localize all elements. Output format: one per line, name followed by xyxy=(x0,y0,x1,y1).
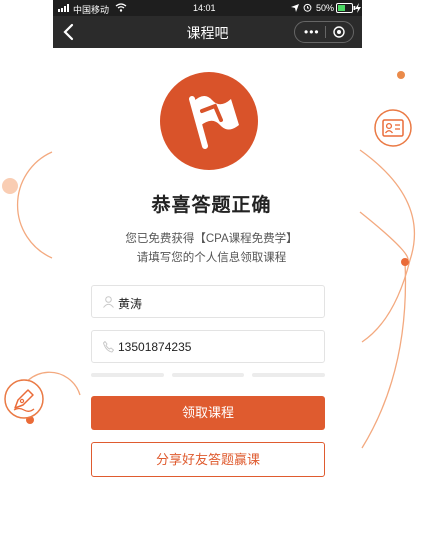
phone-field[interactable]: 13501874235 xyxy=(91,330,325,363)
divider-bar xyxy=(172,373,244,377)
instruction-message: 请填写您的个人信息领取课程 xyxy=(136,252,287,264)
flag-icon xyxy=(189,95,239,149)
divider-bar xyxy=(91,373,164,377)
id-card-icon xyxy=(374,109,412,147)
name-field[interactable]: 黄涛 xyxy=(91,285,325,318)
user-icon xyxy=(103,296,114,308)
phone-icon xyxy=(103,341,114,353)
share-friends-button[interactable]: 分享好友答题赢课 xyxy=(91,442,325,477)
claim-course-button[interactable]: 领取课程 xyxy=(91,396,325,430)
page-heading: 恭喜答题正确 xyxy=(151,195,272,216)
divider-bar xyxy=(252,373,325,377)
pen-icon xyxy=(4,379,44,419)
name-value: 黄涛 xyxy=(118,297,143,311)
phone-value: 13501874235 xyxy=(118,340,192,354)
reward-message: 您已免费获得【CPA课程免费学】 xyxy=(125,233,298,245)
flag-badge xyxy=(160,72,258,170)
